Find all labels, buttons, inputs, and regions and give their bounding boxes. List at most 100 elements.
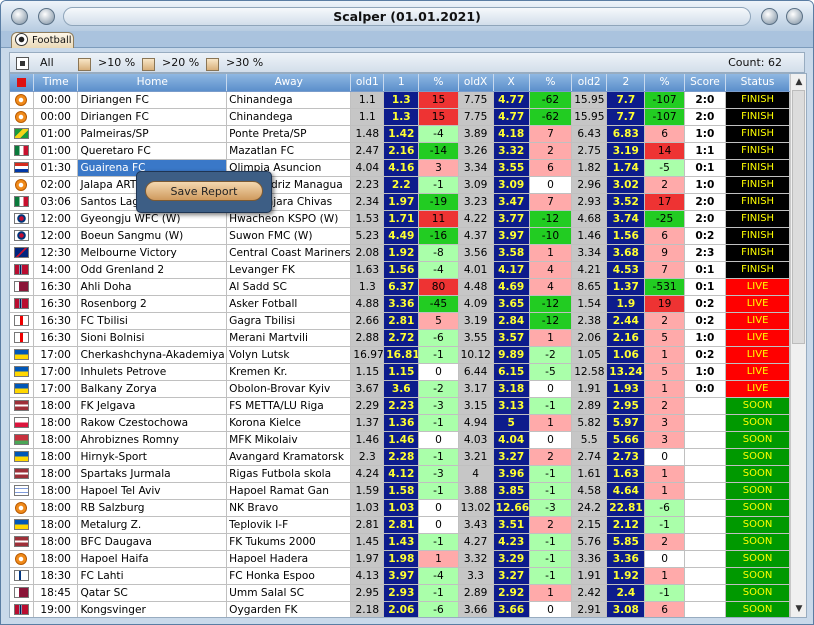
score-cell[interactable] (684, 516, 727, 534)
scroll-down-icon[interactable]: ▼ (791, 601, 807, 617)
filter-checkbox[interactable] (206, 58, 219, 71)
filter-30-percent[interactable]: >30 % (206, 56, 266, 71)
percent-1-cell[interactable]: 0 (418, 499, 459, 517)
odd-2-cell[interactable]: 13.24 (606, 363, 646, 381)
score-cell[interactable] (684, 397, 727, 415)
odd-x-cell[interactable]: 5 (493, 414, 530, 432)
old-odd-1-cell[interactable]: 2.23 (350, 176, 385, 194)
percent-2-cell[interactable]: 2 (644, 533, 685, 551)
column-header[interactable]: % (418, 74, 459, 92)
odd-x-cell[interactable]: 4.77 (493, 108, 530, 126)
odd-2-cell[interactable]: 3.68 (606, 244, 646, 262)
table-row[interactable]: 16:30 FC Tbilisi Gagra Tbilisi 2.66 2.81 5 3.1… (10, 312, 790, 330)
old-odd-x-cell[interactable]: 4.37 (458, 227, 494, 245)
old-odd-1-cell[interactable]: 2.95 (350, 584, 385, 602)
percent-x-cell[interactable]: 1 (529, 329, 573, 347)
odd-x-cell[interactable]: 3.85 (493, 482, 530, 500)
odd-2-cell[interactable]: 22.81 (606, 499, 646, 517)
percent-2-cell[interactable]: 2 (644, 397, 685, 415)
away-team-cell[interactable]: Umm Salal SC (226, 584, 352, 602)
time-cell[interactable]: 16:30 (33, 329, 79, 347)
old-odd-x-cell[interactable]: 3.88 (458, 482, 494, 500)
old-odd-2-cell[interactable]: 2.42 (571, 584, 608, 602)
percent-x-cell[interactable]: -1 (529, 482, 573, 500)
odd-x-cell[interactable]: 3.65 (493, 295, 530, 313)
column-header[interactable]: Away (226, 74, 352, 92)
old-odd-1-cell[interactable]: 2.3 (350, 448, 385, 466)
score-cell[interactable]: 0:2 (684, 312, 727, 330)
table-row[interactable]: 01:30 Guairena FC Olimpia Asuncion 4.04 4.16… (10, 159, 790, 177)
score-cell[interactable] (684, 550, 727, 568)
old-odd-1-cell[interactable]: 16.97 (350, 346, 385, 364)
old-odd-x-cell[interactable]: 4.01 (458, 261, 494, 279)
odd-x-cell[interactable]: 12.66 (493, 499, 530, 517)
old-odd-2-cell[interactable]: 24.2 (571, 499, 608, 517)
old-odd-1-cell[interactable]: 2.47 (350, 142, 385, 160)
menu-button-icon[interactable] (11, 8, 28, 25)
time-cell[interactable]: 02:00 (33, 176, 79, 194)
close-button-icon[interactable] (786, 8, 803, 25)
status-badge[interactable]: LIVE (725, 312, 790, 330)
home-team-cell[interactable]: Hapoel Haifa (77, 550, 228, 568)
time-cell[interactable]: 00:00 (33, 91, 79, 109)
time-cell[interactable]: 17:00 (33, 363, 79, 381)
odd-1-cell[interactable]: 1.98 (383, 550, 420, 568)
status-badge[interactable]: SOON (725, 533, 790, 551)
time-cell[interactable]: 12:30 (33, 244, 79, 262)
percent-1-cell[interactable]: -2 (418, 380, 459, 398)
percent-1-cell[interactable]: 1 (418, 550, 459, 568)
percent-1-cell[interactable]: -45 (418, 295, 459, 313)
away-team-cell[interactable]: Teplovik I-F (226, 516, 352, 534)
percent-x-cell[interactable]: 1 (529, 244, 573, 262)
odd-1-cell[interactable]: 1.56 (383, 261, 420, 279)
percent-1-cell[interactable]: -16 (418, 227, 459, 245)
old-odd-x-cell[interactable]: 3.15 (458, 397, 494, 415)
percent-2-cell[interactable]: -107 (644, 91, 685, 109)
old-odd-1-cell[interactable]: 1.48 (350, 125, 385, 143)
percent-2-cell[interactable]: 1 (644, 482, 685, 500)
old-odd-1-cell[interactable]: 4.13 (350, 567, 385, 585)
odd-2-cell[interactable]: 1.74 (606, 159, 646, 177)
percent-x-cell[interactable]: -12 (529, 295, 573, 313)
percent-2-cell[interactable]: -1 (644, 584, 685, 602)
score-cell[interactable] (684, 601, 727, 617)
odd-1-cell[interactable]: 1.3 (383, 91, 420, 109)
column-header[interactable]: old2 (571, 74, 608, 92)
percent-2-cell[interactable]: 2 (644, 312, 685, 330)
percent-2-cell[interactable]: 17 (644, 193, 685, 211)
percent-2-cell[interactable]: -107 (644, 108, 685, 126)
odd-2-cell[interactable]: 1.63 (606, 465, 646, 483)
home-team-cell[interactable]: Palmeiras/SP (77, 125, 228, 143)
home-team-cell[interactable]: BFC Daugava (77, 533, 228, 551)
odd-2-cell[interactable]: 1.93 (606, 380, 646, 398)
odd-x-cell[interactable]: 2.92 (493, 584, 530, 602)
table-row[interactable]: 03:06 Santos Laguna Guadalajara Chivas 2.34… (10, 193, 790, 211)
score-cell[interactable] (684, 584, 727, 602)
old-odd-1-cell[interactable]: 1.03 (350, 499, 385, 517)
odd-1-cell[interactable]: 2.06 (383, 601, 420, 617)
home-team-cell[interactable]: Qatar SC (77, 584, 228, 602)
old-odd-2-cell[interactable]: 12.58 (571, 363, 608, 381)
table-row[interactable]: 12:00 Gyeongju WFC (W) Hwacheon KSPO (W) 1.… (10, 210, 790, 228)
old-odd-x-cell[interactable]: 7.75 (458, 108, 494, 126)
time-cell[interactable]: 18:00 (33, 431, 79, 449)
table-row[interactable]: 18:00 BFC Daugava FK Tukums 2000 1.45 1.43 -1… (10, 533, 790, 551)
table-row[interactable]: 16:30 Sioni Bolnisi Merani Martvili 2.88 2.7… (10, 329, 790, 347)
percent-2-cell[interactable]: 1 (644, 465, 685, 483)
old-odd-x-cell[interactable]: 3.26 (458, 142, 494, 160)
old-odd-x-cell[interactable]: 3.56 (458, 244, 494, 262)
odd-x-cell[interactable]: 4.23 (493, 533, 530, 551)
old-odd-x-cell[interactable]: 10.12 (458, 346, 494, 364)
percent-1-cell[interactable]: -1 (418, 176, 459, 194)
odd-2-cell[interactable]: 5.97 (606, 414, 646, 432)
odd-1-cell[interactable]: 2.81 (383, 516, 420, 534)
status-badge[interactable]: FINISH (725, 210, 790, 228)
score-cell[interactable] (684, 533, 727, 551)
table-row[interactable]: 18:45 Qatar SC Umm Salal SC 2.95 2.93 -1 2.89 2… (10, 584, 790, 602)
percent-x-cell[interactable]: -62 (529, 108, 573, 126)
score-cell[interactable]: 2:0 (684, 108, 727, 126)
table-row[interactable]: 16:30 Ahli Doha Al Sadd SC 1.3 6.37 80 4.48 4.6… (10, 278, 790, 296)
odd-1-cell[interactable]: 2.72 (383, 329, 420, 347)
table-row[interactable]: 18:00 RB Salzburg NK Bravo 1.03 1.03 0 13.02 12… (10, 499, 790, 517)
table-row[interactable]: 18:00 Hirnyk-Sport Avangard Kramatorsk 2.3 2… (10, 448, 790, 466)
